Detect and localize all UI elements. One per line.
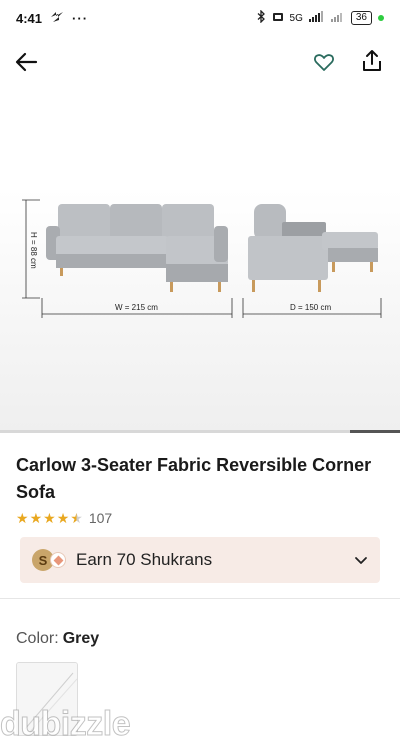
chevron-down-icon — [355, 557, 367, 564]
star-icon: ★ — [29, 510, 43, 526]
carousel-track — [0, 430, 400, 433]
diamond-icon — [50, 552, 66, 568]
rating-count: 107 — [88, 510, 113, 526]
product-rating[interactable]: ★ ★ ★ ★ ★ 107 — [16, 510, 112, 526]
watermark: dubizzle — [0, 704, 131, 744]
half-star-icon: ★ — [70, 510, 83, 526]
share-button[interactable] — [360, 48, 384, 74]
app-bar — [0, 42, 400, 82]
back-button[interactable] — [14, 50, 40, 74]
carousel-indicator — [350, 430, 400, 433]
vibrate-icon — [272, 11, 284, 26]
product-title: Carlow 3-Seater Fabric Reversible Corner… — [16, 455, 372, 502]
status-left: 4:41 ··· — [16, 11, 88, 26]
status-right: 5G 36 — [257, 9, 384, 26]
star-icon: ★ — [56, 510, 70, 526]
shukran-rewards-banner[interactable]: S Earn 70 Shukrans — [20, 537, 380, 583]
bluetooth-icon — [257, 9, 266, 26]
network-label: 5G — [289, 12, 303, 24]
status-time: 4:41 — [16, 10, 43, 26]
star-icon: ★ — [43, 510, 56, 526]
status-dot — [378, 15, 384, 21]
star-icon: ★ — [16, 510, 29, 526]
signal-icon — [308, 11, 325, 25]
color-value: Grey — [62, 630, 100, 647]
color-label: Color: — [16, 630, 59, 647]
sofa-side-view — [248, 204, 378, 292]
sofa-front-view — [46, 204, 228, 292]
width-label: W = 215 cm — [115, 303, 158, 312]
rating-stars: ★ ★ ★ ★ ★ — [16, 511, 83, 525]
battery-indicator: 36 — [350, 11, 372, 25]
depth-label: D = 150 cm — [290, 303, 331, 312]
product-image-carousel[interactable]: H = 88 cm W = 215 cm D = 150 cm — [0, 86, 400, 430]
status-dots: ··· — [72, 10, 89, 26]
share-upload-icon — [363, 50, 381, 71]
product-image: H = 88 cm W = 215 cm D = 150 cm — [22, 199, 382, 318]
favorite-button[interactable] — [312, 50, 336, 74]
height-label: H = 88 cm — [29, 232, 38, 269]
shukran-text: Earn 70 Shukrans — [76, 550, 213, 569]
signal-icon-2 — [330, 11, 345, 25]
color-selector-label: Color: Grey — [16, 630, 99, 648]
watermark-text: dubizzle — [0, 704, 131, 743]
notification-icon — [50, 11, 64, 26]
heart-outline-icon — [314, 54, 334, 71]
arrow-left-icon — [15, 52, 38, 72]
status-bar: 4:41 ··· 5G 36 — [0, 0, 400, 36]
divider — [0, 598, 400, 599]
